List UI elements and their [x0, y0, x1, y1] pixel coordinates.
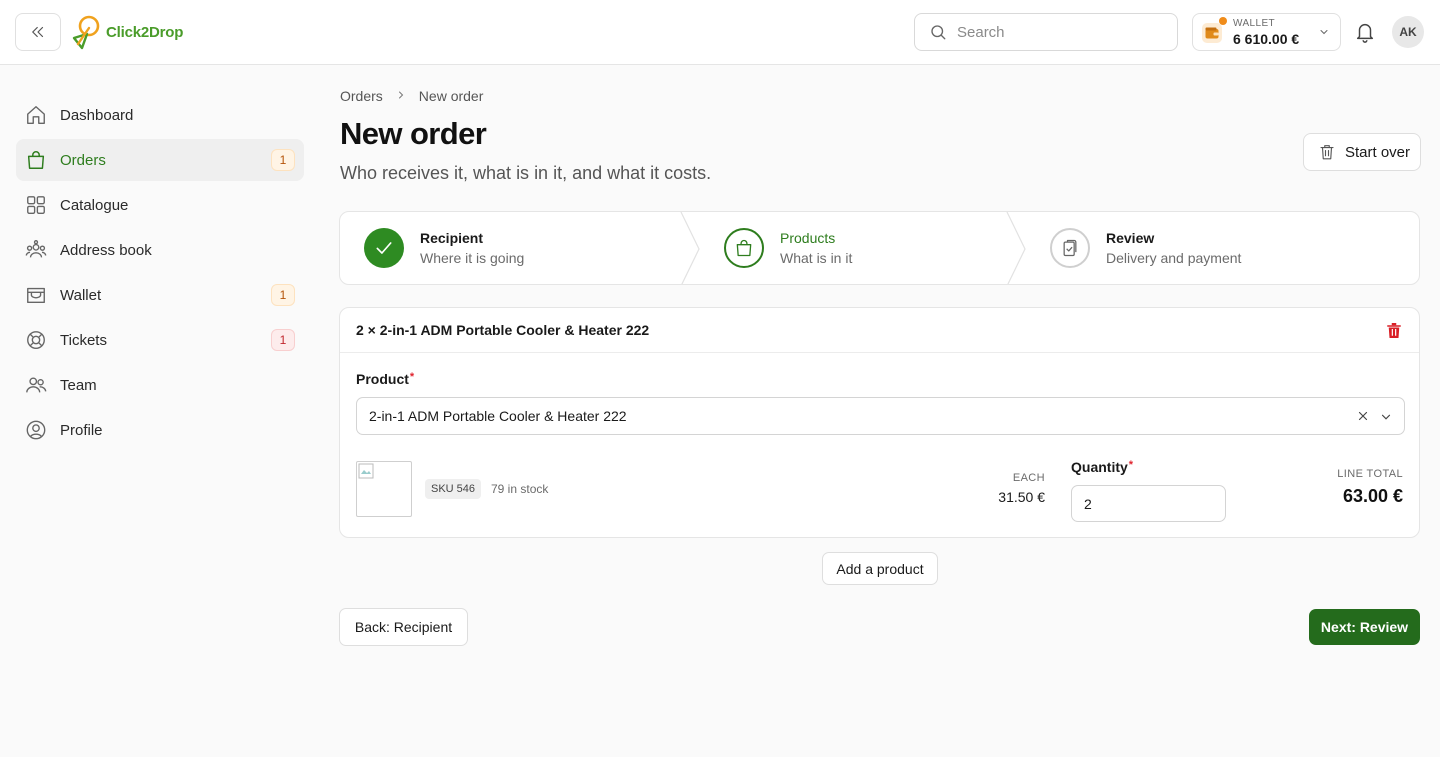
- home-icon: [25, 104, 47, 126]
- start-over-label: Start over: [1345, 143, 1411, 161]
- chevron-down-icon: [1320, 30, 1328, 35]
- sidebar-item-label: Wallet: [60, 286, 102, 304]
- sidebar-item-wallet[interactable]: Wallet 1: [16, 274, 304, 316]
- step-subtitle: Delivery and payment: [1106, 250, 1242, 266]
- step-divider: [1006, 212, 1026, 284]
- wallet-label: WALLET: [1233, 18, 1276, 29]
- team-icon: [25, 374, 47, 396]
- step-subtitle: Where it is going: [420, 250, 525, 266]
- sidebar-item-label: Orders: [60, 151, 106, 169]
- product-select[interactable]: 2-in-1 ADM Portable Cooler & Heater 222: [356, 397, 1405, 435]
- wallet-notification-dot: [1219, 17, 1227, 25]
- product-thumbnail: [356, 461, 412, 517]
- order-stepper: Recipient Where it is going Products Wha…: [339, 211, 1420, 285]
- line-total-value: 63.00 €: [1342, 486, 1403, 506]
- step-subtitle: What is in it: [780, 250, 853, 266]
- breadcrumb: Orders New order: [340, 88, 483, 104]
- search-icon: [931, 25, 946, 40]
- product-field-label: Product*: [356, 371, 415, 387]
- collapse-sidebar-button[interactable]: [15, 13, 61, 51]
- trash-icon: [1387, 323, 1401, 338]
- step-recipient[interactable]: Recipient Where it is going: [340, 212, 682, 284]
- wallet-dropdown[interactable]: WALLET 6 610.00 €: [1192, 13, 1341, 51]
- shopping-bag-icon: [25, 149, 47, 171]
- unit-price-label: EACH: [1012, 472, 1045, 484]
- broken-image-icon: [358, 463, 374, 479]
- page-subtitle: Who receives it, what is in it, and what…: [340, 163, 712, 183]
- unit-price-value: 31.50 €: [998, 489, 1045, 505]
- step-products[interactable]: Products What is in it: [702, 212, 1002, 284]
- grid-icon: [25, 194, 47, 216]
- quantity-input[interactable]: 2: [1071, 485, 1226, 522]
- sidebar-item-label: Profile: [60, 421, 103, 439]
- sidebar-item-address-book[interactable]: Address book: [16, 229, 304, 271]
- wallet-balance: 6 610.00 €: [1233, 31, 1300, 47]
- product-select-value: 2-in-1 ADM Portable Cooler & Heater 222: [369, 408, 627, 424]
- add-product-button[interactable]: Add a product: [822, 552, 938, 585]
- required-marker: *: [409, 371, 415, 383]
- line-item-title: 2 × 2-in-1 ADM Portable Cooler & Heater …: [356, 322, 650, 338]
- clipboard-check-icon: [1050, 228, 1090, 268]
- clear-icon[interactable]: [1356, 409, 1370, 423]
- chevron-down-icon[interactable]: [1379, 410, 1393, 424]
- check-icon: [364, 228, 404, 268]
- step-title: Recipient: [420, 230, 484, 246]
- step-title: Products: [780, 230, 836, 246]
- sidebar-item-label: Dashboard: [60, 106, 134, 124]
- sidebar-item-tickets[interactable]: Tickets 1: [16, 319, 304, 361]
- line-total-label: LINE TOTAL: [1337, 468, 1403, 480]
- notifications-bell-icon[interactable]: [1354, 20, 1376, 49]
- sidebar-item-profile[interactable]: Profile: [16, 409, 304, 451]
- sidebar-item-team[interactable]: Team: [16, 364, 304, 406]
- wallet-icon: [25, 284, 47, 306]
- breadcrumb-orders-link[interactable]: Orders: [340, 88, 383, 104]
- logo-pin-icon: [72, 15, 100, 50]
- wallet-icon: [1202, 23, 1222, 43]
- top-bar: Click2Drop Search WALLET 6 610.00 € AK: [0, 0, 1440, 65]
- sidebar-item-catalogue[interactable]: Catalogue: [16, 184, 304, 226]
- breadcrumb-current: New order: [418, 88, 484, 104]
- sidebar-item-dashboard[interactable]: Dashboard: [16, 94, 304, 136]
- back-button[interactable]: Back: Recipient: [339, 608, 468, 646]
- tickets-count-badge: 1: [271, 329, 295, 351]
- next-button[interactable]: Next: Review: [1309, 609, 1420, 645]
- step-title: Review: [1106, 230, 1155, 246]
- sidebar-item-label: Team: [60, 376, 97, 394]
- search-input[interactable]: Search: [914, 13, 1178, 51]
- step-divider: [680, 212, 700, 284]
- line-item-header: 2 × 2-in-1 ADM Portable Cooler & Heater …: [340, 308, 1419, 353]
- start-over-button[interactable]: Start over: [1303, 133, 1421, 171]
- trash-icon: [1320, 145, 1334, 160]
- stock-status: 79 in stock: [491, 482, 549, 496]
- sku-badge: SKU 546: [425, 479, 482, 499]
- quantity-field-label: Quantity*: [1071, 459, 1134, 475]
- sidebar-item-label: Address book: [60, 241, 152, 259]
- user-circle-icon: [25, 419, 47, 441]
- search-placeholder: Search: [957, 23, 1005, 41]
- double-chevron-left-icon: [32, 26, 44, 38]
- step-review[interactable]: Review Delivery and payment: [1028, 212, 1419, 284]
- brand-logo[interactable]: Click2Drop: [70, 14, 183, 50]
- sidebar-item-orders[interactable]: Orders 1: [16, 139, 304, 181]
- chevron-right-icon: [395, 88, 407, 104]
- remove-line-item-button[interactable]: [1385, 321, 1403, 345]
- lifebuoy-icon: [25, 329, 47, 351]
- page-title: New order: [340, 116, 487, 151]
- sidebar-item-label: Catalogue: [60, 196, 129, 214]
- user-avatar[interactable]: AK: [1392, 16, 1424, 48]
- orders-count-badge: 1: [271, 149, 295, 171]
- contacts-icon: [25, 239, 47, 261]
- line-item-card: 2 × 2-in-1 ADM Portable Cooler & Heater …: [339, 307, 1420, 538]
- required-marker: *: [1128, 459, 1134, 471]
- brand-name: Click2Drop: [106, 23, 184, 41]
- sidebar: Dashboard Orders 1 Catalogue Address boo…: [16, 94, 304, 454]
- shopping-bag-icon: [724, 228, 764, 268]
- wallet-count-badge: 1: [271, 284, 295, 306]
- sidebar-item-label: Tickets: [60, 331, 107, 349]
